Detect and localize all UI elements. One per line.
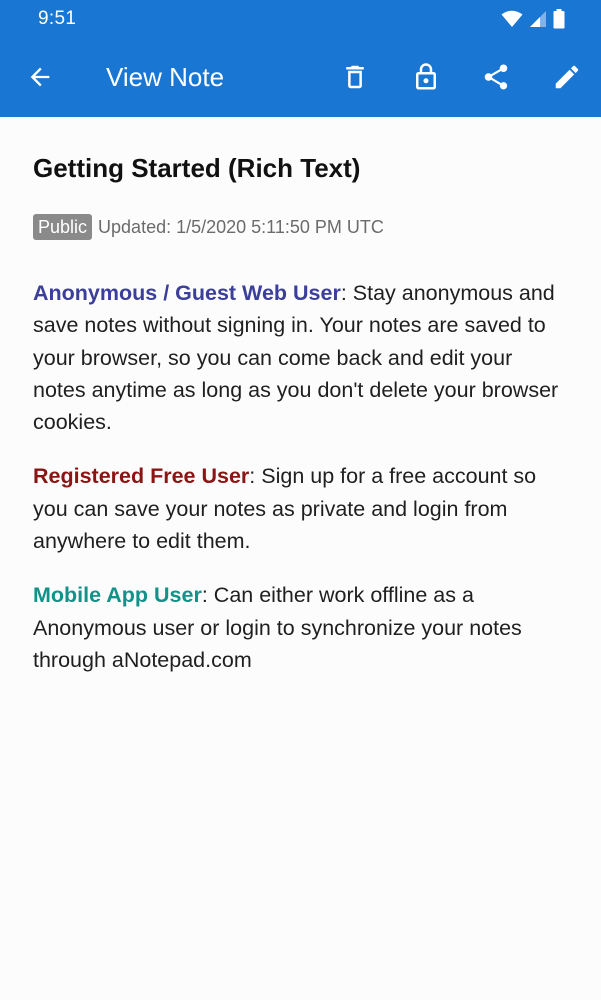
paragraph-lead: Registered Free User xyxy=(33,464,250,489)
note-content: Getting Started (Rich Text) Public Updat… xyxy=(0,151,601,676)
back-button[interactable] xyxy=(23,60,57,94)
app-bar: View Note xyxy=(0,38,601,117)
note-paragraph: Registered Free User: Sign up for a free… xyxy=(33,460,568,557)
status-time: 9:51 xyxy=(38,8,77,29)
edit-button[interactable] xyxy=(549,59,585,95)
status-bar: 9:51 xyxy=(0,0,601,38)
trash-icon xyxy=(346,65,364,89)
share-button[interactable] xyxy=(478,59,514,95)
lock-icon xyxy=(416,63,436,90)
lock-button[interactable] xyxy=(408,59,444,95)
updated-timestamp: Updated: 1/5/2020 5:11:50 PM UTC xyxy=(98,217,384,237)
visibility-badge: Public xyxy=(33,214,93,240)
note-meta: Public Updated: 1/5/2020 5:11:50 PM UTC xyxy=(33,214,568,240)
note-paragraph: Anonymous / Guest Web User: Stay anonymo… xyxy=(33,277,568,438)
delete-button[interactable] xyxy=(337,59,373,95)
note-paragraph: Mobile App User: Can either work offline… xyxy=(33,579,568,676)
pencil-icon xyxy=(555,65,579,89)
status-icons xyxy=(501,9,565,29)
paragraph-lead: Anonymous / Guest Web User xyxy=(33,281,341,305)
cellular-signal-icon xyxy=(530,11,546,27)
note-title: Getting Started (Rich Text) xyxy=(33,153,361,183)
share-icon xyxy=(484,64,508,90)
battery-icon xyxy=(553,9,565,29)
page-title: View Note xyxy=(106,62,225,92)
paragraph-lead: Mobile App User xyxy=(33,583,202,608)
wifi-icon xyxy=(501,10,523,27)
arrow-back-icon xyxy=(30,67,50,87)
